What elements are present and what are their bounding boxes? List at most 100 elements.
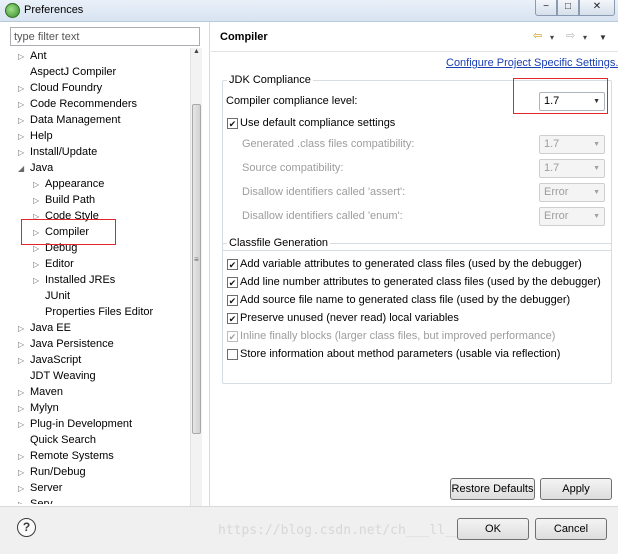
tree-item-quick-search[interactable]: Quick Search xyxy=(18,432,96,448)
tree-item-label: Help xyxy=(30,130,53,142)
tree-item-label: Properties Files Editor xyxy=(45,306,154,318)
expand-arrow-icon[interactable]: ▷ xyxy=(18,497,30,504)
classfile-option-label: Inline finally blocks (larger class file… xyxy=(240,330,556,342)
tree-item-aspectj-compiler[interactable]: AspectJ Compiler xyxy=(18,64,116,80)
expand-arrow-icon[interactable]: ▷ xyxy=(18,385,30,401)
classfile-option-label: Preserve unused (never read) local varia… xyxy=(240,312,459,324)
forward-dropdown-icon[interactable]: ▾ xyxy=(583,32,587,44)
filter-input[interactable] xyxy=(10,27,200,46)
expand-arrow-icon[interactable]: ▷ xyxy=(33,193,45,209)
classfile-option-checkbox[interactable]: ✔ xyxy=(227,259,238,270)
use-default-compliance-checkbox[interactable]: ✔ xyxy=(227,118,238,129)
back-arrow-icon[interactable]: ⇦ xyxy=(533,30,542,42)
watermark-text: https://blog.csdn.net/ch___ll___l xyxy=(218,523,477,538)
compliance-level-label: Compiler compliance level: xyxy=(226,95,358,107)
restore-defaults-button[interactable]: Restore Defaults xyxy=(450,478,535,500)
expand-arrow-icon[interactable]: ▷ xyxy=(18,481,30,497)
tree-item-appearance[interactable]: ▷ Appearance xyxy=(33,176,104,192)
tree-item-java-ee[interactable]: ▷ Java EE xyxy=(18,320,71,336)
expand-arrow-icon[interactable]: ▷ xyxy=(18,129,30,145)
ok-button[interactable]: OK xyxy=(457,518,529,540)
tree-item-label: Mylyn xyxy=(30,402,59,414)
expand-arrow-icon[interactable]: ▷ xyxy=(33,257,45,273)
tree-item-label: JavaScript xyxy=(30,354,82,366)
view-menu-icon[interactable]: ▼ xyxy=(599,32,607,44)
expand-arrow-icon[interactable]: ▷ xyxy=(18,81,30,97)
expand-arrow-icon[interactable]: ▷ xyxy=(18,145,30,161)
scroll-thumb[interactable]: ≡ xyxy=(192,104,201,434)
tree-item-label: AspectJ Compiler xyxy=(30,66,117,78)
jdk-compliance-title: JDK Compliance xyxy=(227,74,313,86)
expand-arrow-icon[interactable]: ▷ xyxy=(18,113,30,129)
tree-item-ant[interactable]: ▷ Ant xyxy=(18,48,47,64)
expand-arrow-icon[interactable]: ▷ xyxy=(33,273,45,289)
expand-arrow-icon[interactable]: ▷ xyxy=(18,449,30,465)
chevron-down-icon: ▼ xyxy=(593,189,600,196)
tree-item-mylyn[interactable]: ▷ Mylyn xyxy=(18,400,59,416)
tree-item-jdt-weaving[interactable]: JDT Weaving xyxy=(18,368,96,384)
tree-item-java[interactable]: ◢ Java xyxy=(18,160,53,176)
tree-item-install-update[interactable]: ▷ Install/Update xyxy=(18,144,97,160)
tree-item-cloud-foundry[interactable]: ▷ Cloud Foundry xyxy=(18,80,102,96)
source-compat-select: 1.7 ▼ xyxy=(539,159,605,178)
classfile-option-checkbox[interactable] xyxy=(227,349,238,360)
tree-item-javascript[interactable]: ▷ JavaScript xyxy=(18,352,81,368)
tree-item-editor[interactable]: ▷ Editor xyxy=(33,256,74,272)
tree-item-run-debug[interactable]: ▷ Run/Debug xyxy=(18,464,86,480)
tree-item-properties-files-editor[interactable]: Properties Files Editor xyxy=(33,304,153,320)
tree-item-label: Plug-in Development xyxy=(30,418,133,430)
apply-button[interactable]: Apply xyxy=(540,478,612,500)
maximize-button[interactable]: □ xyxy=(557,0,579,16)
minimize-button[interactable]: − xyxy=(535,0,557,16)
tree-item-help[interactable]: ▷ Help xyxy=(18,128,53,144)
tree-item-label: Java EE xyxy=(30,322,71,334)
forward-arrow-icon[interactable]: ⇨ xyxy=(566,30,575,42)
tree-scrollbar[interactable]: ▲ ≡ ▼ xyxy=(190,48,202,528)
title-bar[interactable]: Preferences − □ ✕ xyxy=(0,0,618,22)
classfile-option-checkbox[interactable]: ✔ xyxy=(227,277,238,288)
close-button[interactable]: ✕ xyxy=(579,0,615,16)
classfile-option-checkbox[interactable]: ✔ xyxy=(227,295,238,306)
expand-arrow-icon[interactable]: ▷ xyxy=(18,49,30,65)
preferences-tree-pane: ▷AntAspectJ Compiler▷Cloud Foundry▷Code … xyxy=(0,22,210,528)
tree-item-code-recommenders[interactable]: ▷ Code Recommenders xyxy=(18,96,137,112)
tree-item-server[interactable]: ▷ Server xyxy=(18,480,62,496)
tree-item-remote-systems[interactable]: ▷ Remote Systems xyxy=(18,448,114,464)
expand-arrow-icon[interactable]: ▷ xyxy=(18,337,30,353)
tree-item-label: Remote Systems xyxy=(30,450,114,462)
help-icon[interactable]: ? xyxy=(17,518,36,537)
tree-item-label: Code Recommenders xyxy=(30,98,137,110)
tree-item-java-persistence[interactable]: ▷ Java Persistence xyxy=(18,336,114,352)
expand-arrow-icon[interactable]: ▷ xyxy=(18,97,30,113)
page-header: Compiler ⇦ ▾ ⇨ ▾ ▼ xyxy=(211,22,618,52)
tree-item-data-management[interactable]: ▷ Data Management xyxy=(18,112,121,128)
expand-arrow-icon[interactable]: ▷ xyxy=(18,417,30,433)
tree-item-plug-in-development[interactable]: ▷ Plug-in Development xyxy=(18,416,132,432)
tree-item-maven[interactable]: ▷ Maven xyxy=(18,384,63,400)
cancel-button[interactable]: Cancel xyxy=(535,518,607,540)
tree-item-build-path[interactable]: ▷ Build Path xyxy=(33,192,95,208)
tree-item-installed-jres[interactable]: ▷ Installed JREs xyxy=(33,272,115,288)
expand-arrow-icon[interactable]: ▷ xyxy=(18,465,30,481)
back-dropdown-icon[interactable]: ▾ xyxy=(550,32,554,44)
expand-arrow-icon[interactable]: ▷ xyxy=(18,353,30,369)
tree-item-label: Appearance xyxy=(45,178,105,190)
expand-arrow-icon[interactable]: ▷ xyxy=(18,401,30,417)
dialog-footer: ? https://blog.csdn.net/ch___ll___l OK C… xyxy=(0,506,618,554)
classfile-option-checkbox[interactable]: ✔ xyxy=(227,313,238,324)
configure-project-settings-link[interactable]: Configure Project Specific Settings... xyxy=(446,57,618,69)
tree-item-serv[interactable]: ▷Serv xyxy=(18,496,53,504)
disallow-assert-label: Disallow identifiers called 'assert': xyxy=(242,186,406,198)
tree-item-label: Java xyxy=(30,162,54,174)
scroll-up-icon[interactable]: ▲ xyxy=(191,48,202,60)
tree-item-label: Editor xyxy=(45,258,74,270)
expanded-arrow-icon[interactable]: ◢ xyxy=(18,161,30,177)
tree-item-label: Installed JREs xyxy=(45,274,116,286)
classfile-option-label: Add source file name to generated class … xyxy=(240,294,571,306)
tree-item-label: JDT Weaving xyxy=(30,370,96,382)
expand-arrow-icon[interactable]: ▷ xyxy=(18,321,30,337)
page-title: Compiler xyxy=(220,31,268,43)
expand-arrow-icon[interactable]: ▷ xyxy=(33,177,45,193)
source-compat-value: 1.7 xyxy=(544,162,560,174)
tree-item-junit[interactable]: JUnit xyxy=(33,288,70,304)
